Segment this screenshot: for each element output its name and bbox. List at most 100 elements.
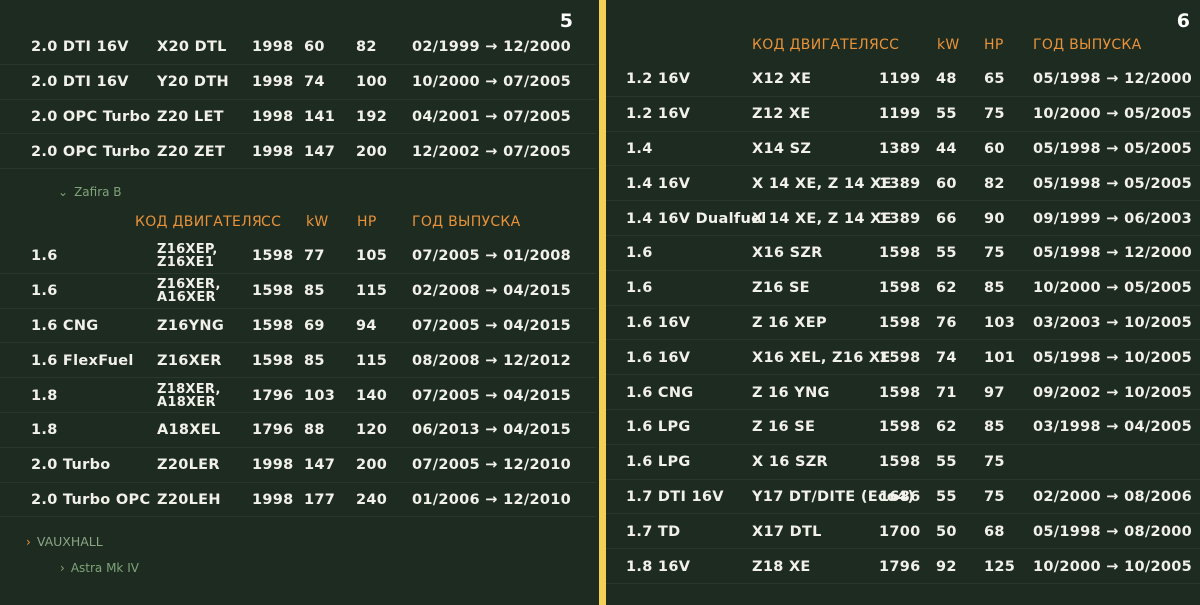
- row-cc: 1598: [879, 349, 921, 366]
- row-kw: 69: [304, 317, 325, 334]
- row-cc: 1598: [879, 454, 921, 471]
- row-variant: 1.2 16V: [626, 71, 691, 88]
- table-header: КОД ДВИГАТЕЛЯ CC kW HP ГОД ВЫПУСКА: [0, 205, 596, 240]
- row-variant: 1.6 CNG: [31, 317, 99, 334]
- table-row: 1.6 16V X16 XEL, Z16 XE 1598 74 101 05/1998 →…: [606, 340, 1200, 376]
- header-years: ГОД ВЫПУСКА: [1033, 37, 1142, 54]
- row-years: 03/1998 → 04/2005: [1033, 419, 1193, 436]
- row-kw: 60: [304, 39, 325, 56]
- row-kw: 77: [304, 248, 325, 265]
- row-years: 02/1999 → 12/2000: [412, 39, 572, 56]
- table-row: 1.4 16V X 14 XE, Z 14 XE 1389 60 82 05/1998 →…: [606, 166, 1200, 202]
- row-engine-code: A18XEL: [157, 422, 221, 439]
- row-hp: 200: [356, 457, 388, 474]
- row-variant: 2.0 Turbo OPC: [31, 491, 151, 508]
- row-years: 05/1998 → 12/2000: [1033, 71, 1193, 88]
- table-row: 1.6 16V Z 16 XEP 1598 76 103 03/2003 → 10/200…: [606, 306, 1200, 341]
- tree-item-astra-mk-iv[interactable]: › Astra Mk IV: [60, 561, 139, 575]
- row-hp: 82: [984, 175, 1005, 192]
- row-years: 04/2001 → 07/2005: [412, 108, 572, 125]
- row-hp: 105: [356, 248, 388, 265]
- row-years: 05/1998 → 12/2000: [1033, 245, 1193, 262]
- table-header: КОД ДВИГАТЕЛЯ CC kW HP ГОД ВЫПУСКА: [606, 28, 1200, 63]
- row-hp: 101: [984, 349, 1016, 366]
- row-kw: 74: [936, 349, 957, 366]
- table-row: 1.7 TD X17 DTL 1700 50 68 05/1998 → 08/2000: [606, 514, 1200, 550]
- row-years: 12/2002 → 07/2005: [412, 143, 572, 160]
- row-engine-code: Z20LER: [157, 457, 220, 474]
- header-hp: HP: [984, 37, 1004, 54]
- row-kw: 147: [304, 457, 336, 474]
- row-hp: 75: [984, 454, 1005, 471]
- row-kw: 44: [936, 140, 957, 157]
- row-years: 05/1998 → 10/2005: [1033, 349, 1193, 366]
- table-row: 1.6 CNG Z 16 YNG 1598 71 97 09/2002 → 10/2005: [606, 375, 1200, 410]
- row-cc: 1199: [879, 71, 921, 88]
- table-row: 1.4 16V Dualfuel X 14 XE, Z 14 XE 1389 66 90…: [606, 201, 1200, 236]
- right-page: 6 КОД ДВИГАТЕЛЯ CC kW HP ГОД ВЫПУСКА 1.2…: [606, 0, 1200, 605]
- row-years: 05/1998 → 05/2005: [1033, 175, 1193, 192]
- row-variant: 1.6: [626, 280, 653, 297]
- row-hp: 115: [356, 352, 388, 369]
- row-kw: 141: [304, 108, 336, 125]
- table-row: 1.8 Z18XER, A18XER 1796 103 140 07/2005 → 04/…: [0, 378, 596, 413]
- row-hp: 120: [356, 422, 388, 439]
- row-variant: 2.0 OPC Turbo: [31, 143, 151, 160]
- row-years: 09/2002 → 10/2005: [1033, 384, 1193, 401]
- row-engine-code: X16 SZR: [752, 245, 823, 262]
- tree-item-label: Astra Mk IV: [70, 561, 139, 575]
- row-kw: 66: [936, 210, 957, 227]
- row-variant: 1.7 DTI 16V: [626, 488, 724, 505]
- row-engine-code: X20 DTL: [157, 39, 227, 56]
- row-cc: 1700: [879, 523, 921, 540]
- row-cc: 1598: [879, 245, 921, 262]
- row-engine-code: Z18XER, A18XER: [157, 381, 221, 410]
- row-variant: 1.6: [31, 248, 58, 265]
- row-hp: 75: [984, 488, 1005, 505]
- header-hp: HP: [357, 214, 377, 231]
- row-cc: 1598: [879, 280, 921, 297]
- row-variant: 1.4 16V Dualfuel: [626, 210, 767, 227]
- header-years: ГОД ВЫПУСКА: [412, 214, 521, 231]
- row-years: 08/2008 → 12/2012: [412, 352, 572, 369]
- row-years: 10/2000 → 10/2005: [1033, 558, 1193, 575]
- row-kw: 177: [304, 491, 336, 508]
- row-kw: 62: [936, 419, 957, 436]
- tree-item-vauxhall[interactable]: › VAUXHALL: [26, 534, 103, 549]
- row-kw: 92: [936, 558, 957, 575]
- row-years: 07/2005 → 01/2008: [412, 248, 572, 265]
- row-cc: 1998: [252, 457, 294, 474]
- row-cc: 1389: [879, 210, 921, 227]
- row-kw: 147: [304, 143, 336, 160]
- table-row: 1.6 X16 SZR 1598 55 75 05/1998 → 12/2000: [606, 236, 1200, 271]
- table-row: 1.8 16V Z18 XE 1796 92 125 10/2000 → 10/2005: [606, 549, 1200, 584]
- row-kw: 74: [304, 74, 325, 91]
- row-years: 01/2006 → 12/2010: [412, 491, 572, 508]
- row-variant: 1.6: [31, 283, 58, 300]
- table-row: 1.6 CNG Z16YNG 1598 69 94 07/2005 → 04/2015: [0, 309, 596, 344]
- row-hp: 75: [984, 245, 1005, 262]
- row-kw: 76: [936, 314, 957, 331]
- row-variant: 1.6 LPG: [626, 454, 691, 471]
- row-cc: 1998: [252, 143, 294, 160]
- table-row: 2.0 DTI 16V X20 DTL 1998 60 82 02/1999 → 12/2…: [0, 30, 596, 65]
- row-kw: 103: [304, 387, 336, 404]
- table-row: 1.4 X14 SZ 1389 44 60 05/1998 → 05/2005: [606, 132, 1200, 167]
- row-cc: 1598: [252, 352, 294, 369]
- tree-item-zafira-b[interactable]: ⌄ Zafira B: [58, 185, 122, 199]
- table-row: 1.2 16V Z12 XE 1199 55 75 10/2000 → 05/2005: [606, 97, 1200, 132]
- row-kw: 55: [936, 488, 957, 505]
- tree-item-label: Zafira B: [74, 185, 122, 199]
- table-row: 1.6 FlexFuel Z16XER 1598 85 115 08/2008 → 12/…: [0, 343, 596, 379]
- table-row: 1.6 Z16XER, A16XER 1598 85 115 02/2008 → 04/2…: [0, 274, 596, 309]
- row-engine-code: Z 16 YNG: [752, 384, 830, 401]
- row-cc: 1998: [252, 39, 294, 56]
- row-kw: 88: [304, 422, 325, 439]
- row-cc: 1998: [252, 491, 294, 508]
- header-cc: CC: [879, 37, 900, 54]
- row-cc: 1686: [879, 488, 921, 505]
- row-cc: 1998: [252, 108, 294, 125]
- row-kw: 85: [304, 283, 325, 300]
- row-kw: 48: [936, 71, 957, 88]
- row-cc: 1598: [879, 419, 921, 436]
